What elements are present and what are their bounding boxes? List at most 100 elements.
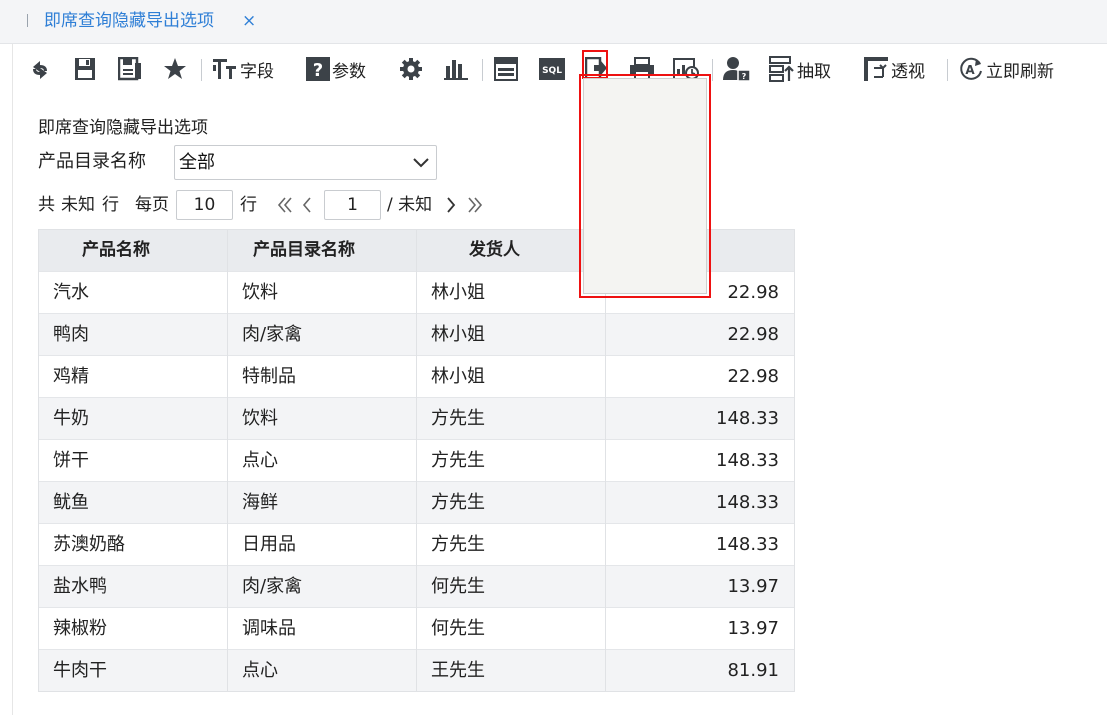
toolbar-separator <box>482 59 483 81</box>
first-page-icon[interactable] <box>276 194 294 216</box>
tab-close-icon[interactable]: × <box>242 10 256 32</box>
last-page-icon[interactable] <box>466 194 484 216</box>
column-divider <box>605 229 606 691</box>
toolbar-separator <box>947 59 948 81</box>
auto-refresh-button[interactable]: A 立即刷新 <box>958 54 1054 84</box>
chevron-down-icon <box>413 158 429 168</box>
table-cell: 苏澳奶酪 <box>53 534 125 555</box>
column-header[interactable]: 产品目录名称 <box>253 229 355 271</box>
param-label: 产品目录名称 <box>38 151 146 172</box>
table-cell: 日用品 <box>242 534 296 555</box>
save-button[interactable] <box>74 54 96 84</box>
table-cell: 方先生 <box>431 450 485 471</box>
sql-icon: SQL <box>539 58 565 80</box>
pivot-icon <box>864 57 888 81</box>
tab-bar: 即席查询隐藏导出选项 × <box>0 0 1107 44</box>
pivot-button[interactable]: 透视 <box>863 54 925 84</box>
extract-button[interactable]: 抽取 <box>769 54 831 84</box>
table-cell: 辣椒粉 <box>53 618 107 639</box>
save-as-icon <box>118 57 141 81</box>
svg-text:?: ? <box>742 72 747 81</box>
table-cell: 点心 <box>242 660 278 681</box>
category-select-value: 全部 <box>179 152 215 173</box>
svg-text:?: ? <box>313 60 323 81</box>
gear-icon <box>400 58 422 80</box>
table-cell: 22.98 <box>727 366 779 387</box>
table-cell: 鸭肉 <box>53 324 89 345</box>
table-cell: 汽水 <box>53 282 89 303</box>
table-cell: 22.98 <box>727 282 779 303</box>
table-cell: 148.33 <box>716 492 779 513</box>
total-suffix: 行 <box>102 195 119 215</box>
svg-text:SQL: SQL <box>542 66 562 76</box>
table-cell: 方先生 <box>431 408 485 429</box>
column-divider <box>416 229 417 691</box>
table-cell: 林小姐 <box>431 324 485 345</box>
param-icon: ? <box>306 57 330 81</box>
user-permission-button[interactable]: ? <box>723 54 751 84</box>
table-cell: 牛肉干 <box>53 660 107 681</box>
table-cell: 81.91 <box>727 660 779 681</box>
next-page-icon[interactable] <box>444 194 458 216</box>
left-divider <box>12 44 13 715</box>
pager: 共 未知 行 每页 10 行 1 / 未知 <box>38 190 598 220</box>
table-cell: 22.98 <box>727 324 779 345</box>
table-cell: 饮料 <box>242 408 278 429</box>
category-select[interactable]: 全部 <box>174 145 437 180</box>
pivot-label: 透视 <box>891 61 925 82</box>
column-divider <box>227 229 228 691</box>
layout-icon <box>494 57 518 81</box>
total-prefix: 共 <box>38 195 55 215</box>
tab-active-label[interactable]: 即席查询隐藏导出选项 <box>44 10 214 32</box>
save-as-button[interactable] <box>118 54 142 84</box>
total-value: 未知 <box>61 195 95 215</box>
table-cell: 调味品 <box>242 618 296 639</box>
toolbar-separator <box>201 59 202 81</box>
layout-button[interactable] <box>494 54 518 84</box>
extract-icon <box>769 56 794 82</box>
column-header[interactable]: 发货人 <box>469 229 520 271</box>
table-cell: 海鲜 <box>242 492 278 513</box>
table-cell: 饮料 <box>242 282 278 303</box>
table-cell: 特制品 <box>242 366 296 387</box>
table-cell: 148.33 <box>716 408 779 429</box>
star-icon <box>164 58 186 79</box>
field-button[interactable]: 字段 <box>212 54 274 84</box>
save-icon <box>75 58 95 80</box>
auto-refresh-label: 立即刷新 <box>986 61 1054 82</box>
favorite-button[interactable] <box>163 54 187 84</box>
refresh-icon <box>33 61 47 79</box>
table-cell: 林小姐 <box>431 366 485 387</box>
field-label: 字段 <box>240 61 274 82</box>
column-header[interactable]: 产品名称 <box>82 229 150 271</box>
settings-button[interactable] <box>399 54 423 84</box>
chart-button[interactable] <box>444 54 468 84</box>
table-cell: 点心 <box>242 450 278 471</box>
per-page-input[interactable]: 10 <box>176 190 233 220</box>
extract-label: 抽取 <box>797 61 831 82</box>
user-permission-icon: ? <box>723 57 751 82</box>
export-dropdown-highlight <box>579 74 711 298</box>
table-cell: 鸡精 <box>53 366 89 387</box>
refresh-button[interactable] <box>29 54 51 84</box>
current-page-input[interactable]: 1 <box>324 190 381 220</box>
table-cell: 鱿鱼 <box>53 492 89 513</box>
param-button[interactable]: ? 参数 <box>306 54 366 84</box>
sql-button[interactable]: SQL <box>539 54 565 84</box>
table-cell: 方先生 <box>431 492 485 513</box>
table-cell: 林小姐 <box>431 282 485 303</box>
table-cell: 148.33 <box>716 450 779 471</box>
table-cell: 肉/家禽 <box>242 576 303 597</box>
table-cell: 13.97 <box>727 576 779 597</box>
toolbar-separator <box>712 59 713 81</box>
table-cell: 盐水鸭 <box>53 576 107 597</box>
table-cell: 13.97 <box>727 618 779 639</box>
table-cell: 牛奶 <box>53 408 89 429</box>
param-label: 参数 <box>332 61 366 82</box>
report-title: 即席查询隐藏导出选项 <box>38 118 208 138</box>
tab-marker <box>27 14 28 27</box>
prev-page-icon[interactable] <box>300 194 314 216</box>
page-total: / 未知 <box>387 195 433 215</box>
table-cell: 王先生 <box>431 660 485 681</box>
table-cell: 肉/家禽 <box>242 324 303 345</box>
